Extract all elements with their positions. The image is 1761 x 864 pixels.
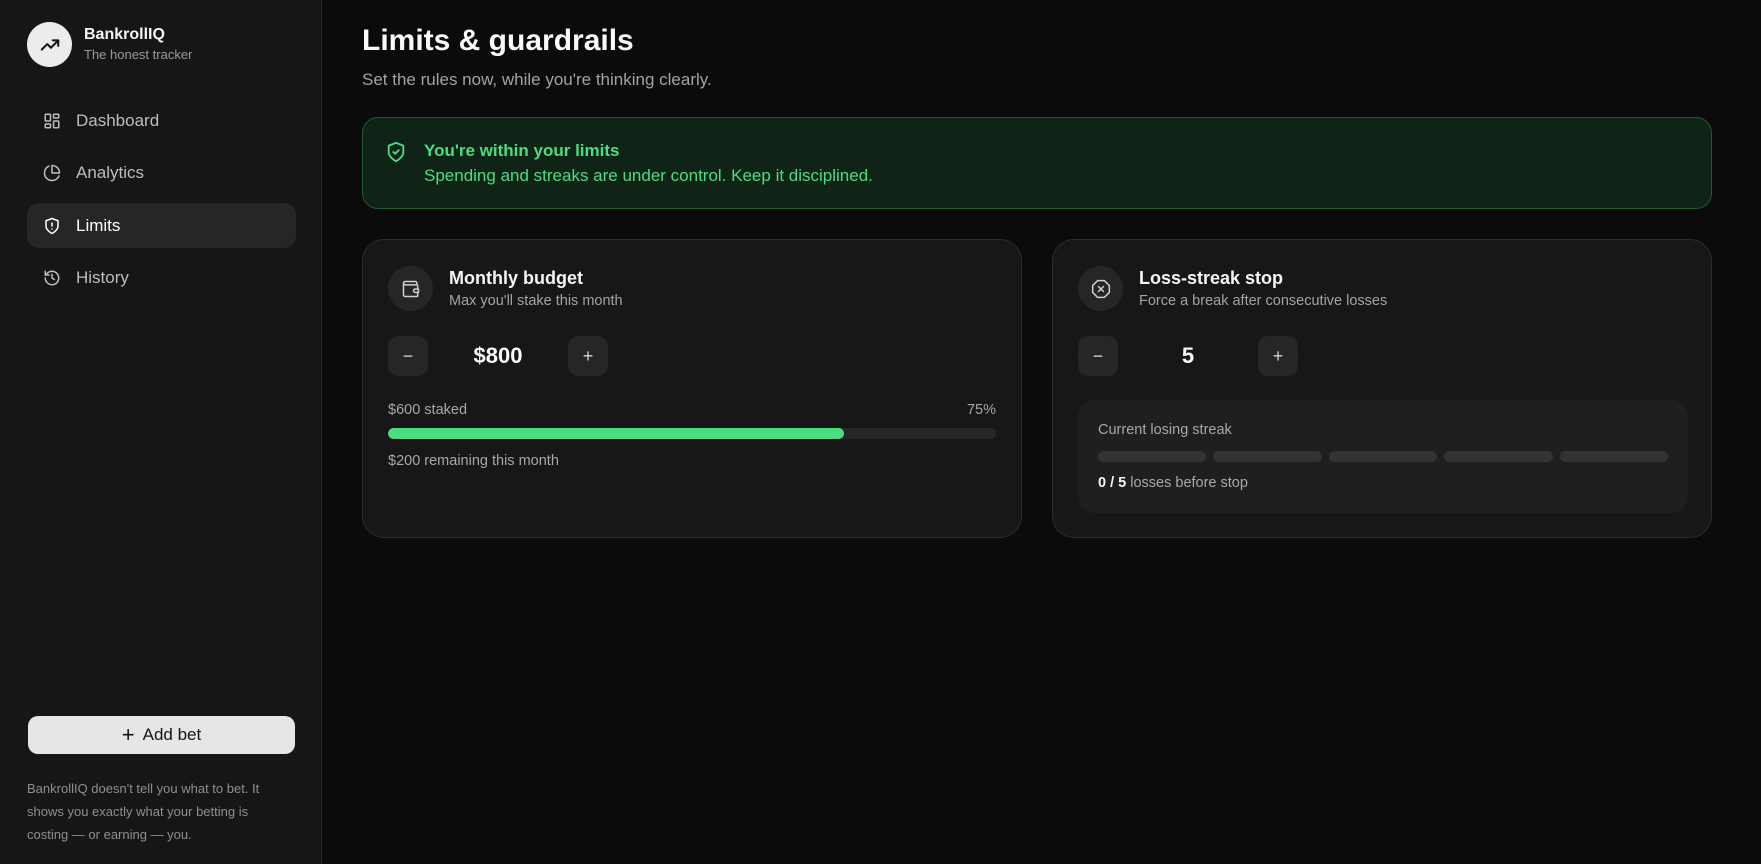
- wallet-icon: [388, 266, 433, 311]
- budget-value: $800: [473, 343, 523, 368]
- streak-segment: [1444, 451, 1553, 462]
- plus-icon: +: [121, 722, 135, 747]
- streak-increment-button[interactable]: +: [1258, 336, 1298, 376]
- pie-chart-icon: [42, 163, 62, 183]
- brand-name: BankrollIQ: [84, 26, 165, 43]
- sidebar-item-label: Limits: [76, 215, 121, 235]
- status-text: Spending and streaks are under control. …: [424, 166, 873, 185]
- minus-icon: −: [1092, 345, 1104, 366]
- sidebar: BankrollIQ The honest tracker Dashboard: [0, 0, 322, 864]
- dashboard-icon: [42, 111, 62, 131]
- budget-progress-fill: [388, 428, 844, 439]
- page-title: Limits & guardrails: [362, 24, 634, 57]
- streak-count-suffix: losses before stop: [1130, 475, 1248, 491]
- budget-progress-bar: [388, 428, 996, 439]
- sidebar-item-analytics[interactable]: Analytics: [27, 151, 296, 196]
- budget-percent: 75%: [966, 402, 996, 418]
- add-bet-button[interactable]: + Add bet: [28, 716, 295, 754]
- sidebar-nav: Dashboard Analytics Limits History: [27, 98, 296, 308]
- card-title: Loss-streak stop: [1139, 268, 1284, 288]
- card-title: Monthly budget: [449, 268, 583, 288]
- streak-segment: [1098, 451, 1207, 462]
- brand-tagline: The honest tracker: [84, 47, 193, 62]
- streak-decrement-button[interactable]: −: [1078, 336, 1118, 376]
- trending-up-icon: [27, 22, 72, 67]
- history-icon: [42, 268, 62, 288]
- minus-icon: −: [402, 345, 414, 366]
- streak-segment: [1328, 451, 1438, 462]
- brand[interactable]: BankrollIQ The honest tracker: [27, 22, 192, 67]
- current-streak-label: Current losing streak: [1098, 422, 1232, 438]
- plus-icon: +: [1272, 345, 1284, 366]
- shield-check-icon: [385, 141, 407, 168]
- streak-count-value: 0 / 5: [1098, 475, 1127, 491]
- page-subtitle: Set the rules now, while you're thinking…: [362, 70, 712, 89]
- streak-segments: [1098, 451, 1669, 462]
- sidebar-item-limits[interactable]: Limits: [27, 203, 296, 248]
- budget-remaining: $200 remaining this month: [388, 453, 559, 469]
- sidebar-footnote: BankrollIQ doesn't tell you what to bet.…: [27, 781, 260, 842]
- budget-decrement-button[interactable]: −: [388, 336, 428, 376]
- current-streak-panel: Current losing streak 0 / 5 losses befor…: [1078, 400, 1688, 513]
- sidebar-item-label: History: [76, 268, 129, 287]
- monthly-budget-card: Monthly budget Max you'll stake this mon…: [362, 239, 1022, 538]
- status-title: You're within your limits: [424, 141, 620, 160]
- loss-streak-card: Loss-streak stop Force a break after con…: [1052, 239, 1712, 538]
- octagon-x-icon: [1078, 266, 1123, 311]
- status-banner: You're within your limits Spending and s…: [362, 117, 1712, 209]
- add-bet-label: Add bet: [142, 725, 202, 744]
- streak-segment: [1213, 451, 1322, 462]
- streak-segment: [1559, 451, 1669, 462]
- shield-icon: [42, 216, 62, 236]
- plus-icon: +: [582, 345, 594, 366]
- card-subtitle: Max you'll stake this month: [449, 293, 623, 309]
- budget-staked: $600 staked: [388, 402, 468, 418]
- card-subtitle: Force a break after consecutive losses: [1139, 293, 1388, 309]
- streak-count: 0 / 5 losses before stop: [1098, 475, 1248, 491]
- sidebar-item-dashboard[interactable]: Dashboard: [27, 98, 296, 143]
- streak-value: 5: [1181, 343, 1195, 368]
- sidebar-item-label: Analytics: [76, 163, 145, 182]
- sidebar-item-history[interactable]: History: [27, 256, 296, 301]
- budget-increment-button[interactable]: +: [568, 336, 608, 376]
- sidebar-item-label: Dashboard: [76, 110, 160, 130]
